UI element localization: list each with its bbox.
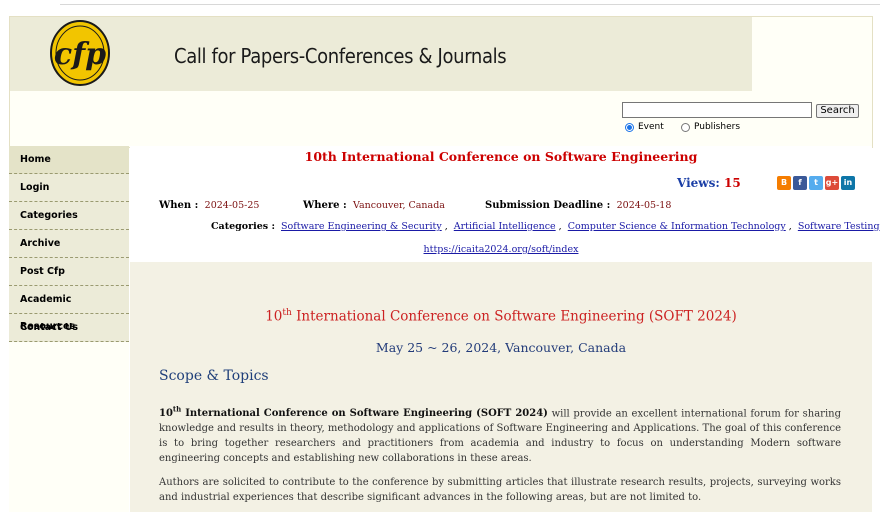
radio-event[interactable]	[625, 122, 634, 132]
event-title-sup: th	[282, 308, 292, 318]
radio-event-option[interactable]: Event	[625, 122, 664, 132]
top-divider	[60, 0, 880, 5]
sidebar-nav: Home Login Categories Archive Post Cfp A…	[9, 146, 129, 346]
twitter-icon[interactable]: t	[809, 176, 823, 190]
conference-url-row: https://icaita2024.org/soft/index	[130, 244, 872, 255]
sidebar-item-home[interactable]: Home	[9, 146, 129, 174]
svg-text:cfp: cfp	[54, 37, 106, 72]
event-title-num: 10	[265, 308, 283, 325]
conference-url-link[interactable]: https://icaita2024.org/soft/index	[424, 244, 579, 255]
event-title: 10th International Conference on Softwar…	[130, 308, 872, 325]
authors-paragraph: Authors are solicited to contribute to t…	[159, 477, 841, 503]
search-button[interactable]: Search	[816, 104, 859, 118]
category-link[interactable]: Computer Science & Information Technolog…	[568, 221, 786, 232]
event-date: May 25 ~ 26, 2024, Vancouver, Canada	[375, 340, 627, 355]
share-icons: Bf t g+ in	[777, 176, 855, 190]
when-label: When :	[159, 200, 199, 211]
event-title-rest: International Conference on Software Eng…	[291, 308, 737, 325]
category-link[interactable]: Software Engineering & Security	[281, 221, 442, 232]
categories-label: Categories :	[211, 221, 275, 232]
views-count: 15	[724, 176, 741, 190]
radio-publishers[interactable]	[681, 122, 690, 132]
sidebar-item-archive[interactable]: Archive	[9, 230, 129, 258]
deadline-value: 2024-05-18	[616, 200, 672, 211]
conference-header: 10th International Conference on Softwar…	[130, 146, 880, 262]
facebook-icon[interactable]: f	[793, 176, 807, 190]
categories-row: Categories : Software Engineering & Secu…	[211, 221, 880, 232]
site-title: Call for Papers-Conferences & Journals	[174, 44, 507, 68]
conference-title: 10th International Conference on Softwar…	[304, 149, 698, 164]
where-value: Vancouver, Canada	[353, 200, 445, 211]
sidebar-item-categories[interactable]: Categories	[9, 202, 129, 230]
views-counter: Views: 15	[677, 176, 741, 190]
main-content: 10th International Conference on Softwar…	[130, 146, 880, 512]
sidebar-item-login[interactable]: Login	[9, 174, 129, 202]
cfp-logo[interactable]: cfp	[48, 18, 112, 88]
deadline-label: Submission Deadline :	[485, 200, 611, 211]
category-link[interactable]: Software Testing	[798, 221, 880, 232]
category-link[interactable]: Artificial Intelligence	[454, 221, 556, 232]
scope-heading: Scope & Topics	[159, 368, 269, 384]
where-info: Where : Vancouver, Canada	[303, 200, 445, 211]
radio-publishers-label: Publishers	[694, 122, 741, 132]
googleplus-icon[interactable]: g+	[825, 176, 839, 190]
when-value: 2024-05-25	[204, 200, 260, 211]
deadline-info: Submission Deadline : 2024-05-18	[485, 200, 671, 211]
views-label: Views:	[677, 176, 720, 190]
where-label: Where :	[303, 200, 347, 211]
intro-bold: 10th International Conference on Softwar…	[159, 405, 548, 420]
when-info: When : 2024-05-25	[159, 200, 259, 211]
radio-publishers-option[interactable]: Publishers	[681, 122, 740, 132]
sidebar-item-post-cfp[interactable]: Post Cfp	[9, 258, 129, 286]
sidebar-background	[9, 342, 129, 512]
search-input[interactable]	[622, 102, 812, 118]
radio-event-label: Event	[638, 122, 664, 132]
blogger-icon[interactable]: B	[777, 176, 791, 190]
sidebar-item-contact-us[interactable]: Contact Us	[9, 314, 129, 342]
linkedin-icon[interactable]: in	[841, 176, 855, 190]
sidebar-item-academic-resources[interactable]: Academic Resources	[9, 286, 129, 332]
intro-paragraph: 10th International Conference on Softwar…	[159, 402, 841, 466]
